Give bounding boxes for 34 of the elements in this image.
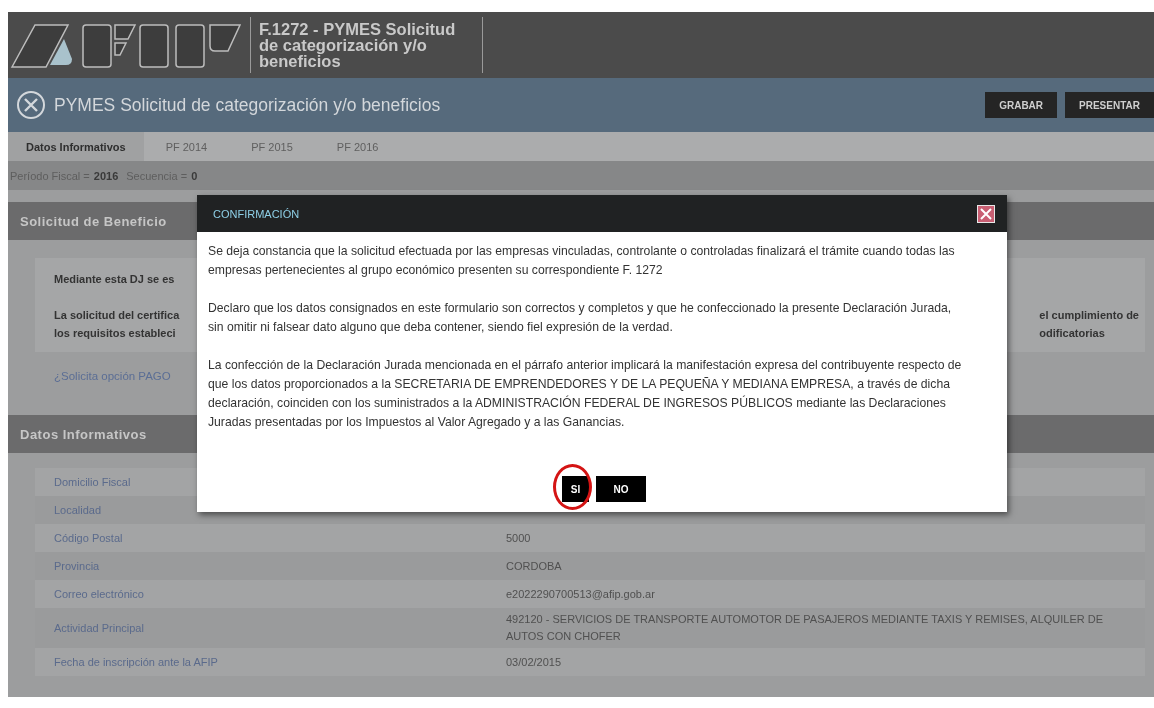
field-value: e2022290700513@afip.gob.ar [506, 586, 656, 602]
form-title: F.1272 - PYMES Solicitud de categorización y/o beneficios [259, 21, 457, 69]
field-value: 492120 - SERVICIOS DE TRANSPORTE AUTOMOTOR DE PASAJEROS MEDIANTE TAXIS Y REMISES, ALQUILER DE AUTOS CON CHOFER [506, 612, 1105, 644]
dialog-paragraph: Declaro que los datos consignados en este formulario son correctos y completos y que he confeccionado la presente Declaración Jurada, sin omitir ni falsear dato alguno que deba contener, siendo fiel expresión de la verdad. [208, 300, 953, 336]
close-icon[interactable] [16, 90, 46, 120]
submit-button[interactable]: PRESENTAR [1065, 92, 1154, 118]
no-button[interactable]: NO [596, 476, 646, 502]
field-label: Localidad [53, 502, 103, 518]
field-label: Provincia [53, 558, 101, 574]
dialog-title: CONFIRMACIÓN [213, 207, 300, 220]
field-value: 2016 [93, 169, 119, 182]
tab[interactable]: PF 2016 [314, 132, 401, 161]
field-label: Correo electrónico [53, 586, 145, 602]
notice-text: el cumplimiento de [1039, 308, 1139, 323]
yes-button[interactable]: SI [562, 476, 589, 502]
field-value: 5000 [506, 530, 532, 546]
notice-text: La solicitud del certifica [54, 308, 180, 323]
tab[interactable]: PF 2015 [229, 132, 315, 161]
field-label: Actividad Principal [53, 620, 145, 636]
field-value: 0 [191, 169, 198, 182]
page-title: PYMES Solicitud de categorización y/o beneficios [54, 94, 442, 116]
close-button[interactable] [977, 204, 995, 223]
tab[interactable]: PF 2014 [143, 132, 230, 161]
field-label: Código Postal [53, 530, 124, 546]
dialog-paragraph: Se deja constancia que la solicitud efectuada por las empresas vinculadas, controlante o controladas finalizará el trámite cuando todas las empresas pertenecientes al grupo económico presenten su correspondiente F. 1272 [208, 243, 956, 279]
field-value: 03/02/2015 [506, 654, 563, 670]
field-label: Fecha de inscripción ante la AFIP [53, 654, 219, 670]
save-button[interactable]: GRABAR [985, 92, 1058, 118]
notice-text: odificatorias [1039, 326, 1106, 341]
field-label: Domicilio Fiscal [53, 474, 132, 490]
field-value: CORDOBA [506, 558, 563, 574]
tab[interactable]: Datos Informativos [8, 132, 144, 161]
notice-text: Mediante esta DJ se es [54, 272, 175, 287]
notice-text: los requisitos estableci [54, 326, 177, 341]
